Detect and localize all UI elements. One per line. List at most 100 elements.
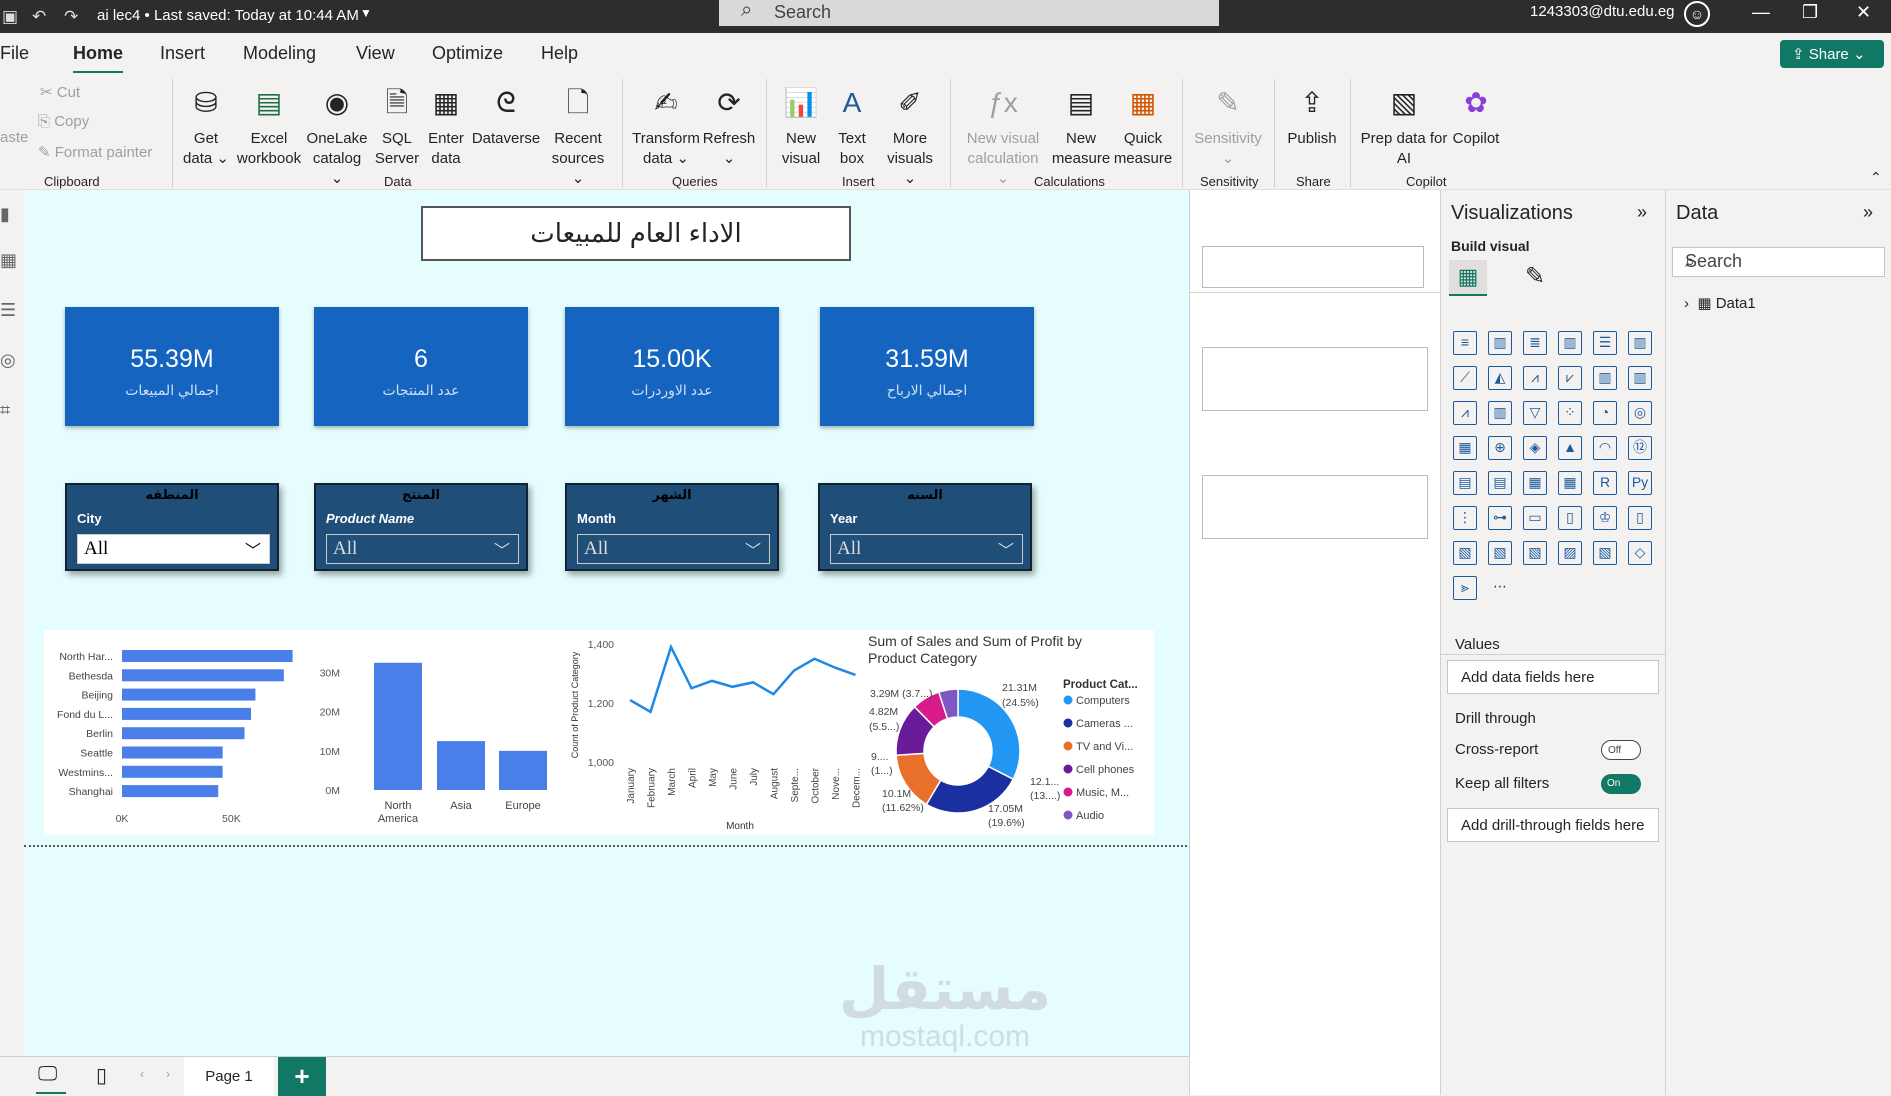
visual-type-icon[interactable]: ▥ [1488, 401, 1512, 425]
publish-button[interactable]: ⇪ Publish [1282, 83, 1342, 149]
group-label-sensitivity: Sensitivity [1200, 174, 1259, 189]
bar [122, 707, 252, 720]
visual-type-icon[interactable]: ⊕ [1488, 436, 1512, 460]
x-tick-label: June [729, 768, 740, 790]
page-tabs-bar: 🖵 ▯ ‹ › Page 1 + [0, 1056, 1189, 1096]
visual-type-icon[interactable]: ▯ [1628, 506, 1652, 530]
visual-type-icon[interactable]: ▧ [1593, 541, 1617, 565]
charts-svg[interactable]: North Har... Bethesda Beijing Fond du L... B… [0, 0, 1189, 1056]
line-series [629, 643, 856, 714]
group-separator [1274, 79, 1275, 187]
visual-type-icon[interactable]: R [1593, 471, 1617, 495]
visual-type-icon[interactable]: ▥ [1628, 366, 1652, 390]
data-search-input[interactable]: ⌕ Search [1672, 247, 1885, 277]
visual-type-icon[interactable]: ≣ [1523, 331, 1547, 355]
desktop-layout-icon[interactable]: 🖵 [38, 1063, 57, 1086]
category-label: Fond du L... [57, 709, 113, 721]
restore-icon[interactable]: ❐ [1802, 2, 1818, 23]
legend-marker [1063, 695, 1073, 705]
collapse-ribbon-icon[interactable]: ⌃ [1870, 169, 1882, 186]
minimize-icon[interactable]: — [1752, 2, 1770, 23]
values-well[interactable]: Add data fields here [1447, 660, 1659, 694]
cross-report-label: Cross-report [1455, 741, 1539, 758]
filter-card[interactable] [1202, 347, 1428, 411]
avatar[interactable]: ☺ [1684, 1, 1710, 27]
visual-type-icon[interactable]: ☰ [1593, 331, 1617, 355]
visual-type-icon[interactable]: ▥ [1488, 331, 1512, 355]
visual-type-icon[interactable]: ▤ [1453, 471, 1477, 495]
x-tick-label: January [626, 768, 637, 804]
visual-type-icon[interactable]: ⑫ [1628, 436, 1652, 460]
prep-data-for-ai-button[interactable]: ▧ Prep data for AI [1356, 83, 1452, 169]
visual-type-icon[interactable]: ◇ [1628, 541, 1652, 565]
prep-data-icon: ▧ [1390, 87, 1418, 118]
format-visual-icon[interactable]: ✎ [1525, 262, 1545, 291]
tick-label: 10M [320, 746, 340, 758]
visual-type-icon[interactable]: ⩘ [1453, 401, 1477, 425]
keep-all-filters-toggle[interactable]: On [1601, 774, 1641, 794]
visual-type-icon[interactable]: ◈ [1523, 436, 1547, 460]
add-page-button[interactable]: + [278, 1057, 326, 1096]
collapse-pane-icon[interactable]: » [1637, 202, 1647, 223]
bar [437, 741, 485, 790]
data-pane: Data » ⌕ Search › ▦ Data1 [1666, 190, 1891, 1095]
share-button[interactable]: ⇪ Share ⌄ [1780, 40, 1884, 68]
legend-label: Audio [1076, 810, 1104, 822]
mobile-layout-icon[interactable]: ▯ [96, 1063, 107, 1088]
filter-card[interactable] [1202, 475, 1428, 539]
visual-type-icon[interactable]: ⋮ [1453, 506, 1477, 530]
visual-type-icon[interactable]: ▥ [1558, 331, 1582, 355]
visual-type-icon[interactable]: ▦ [1453, 436, 1477, 460]
visual-type-icon[interactable]: ▧ [1488, 541, 1512, 565]
visualizations-pane: Visualizations » Build visual ▦ ✎ ≡ ▥ ≣ ▥ ☰ ▥… [1441, 190, 1666, 1095]
table-name: Data1 [1715, 295, 1756, 312]
drill-through-well[interactable]: Add drill-through fields here [1447, 808, 1659, 842]
visual-type-icon[interactable]: ▯ [1558, 506, 1582, 530]
keep-all-filters-label: Keep all filters [1455, 775, 1550, 792]
visual-type-icon[interactable]: ◠ [1593, 436, 1617, 460]
cross-report-toggle[interactable]: Off [1601, 740, 1641, 760]
visual-type-icon[interactable]: ⪢ [1453, 576, 1477, 600]
prev-page-icon[interactable]: ‹ [140, 1067, 144, 1081]
visual-type-icon[interactable]: ♔ [1593, 506, 1617, 530]
visual-type-icon[interactable]: ▧ [1453, 541, 1477, 565]
visual-type-icon[interactable]: ▦ [1523, 471, 1547, 495]
visual-type-icon[interactable]: ≡ [1453, 331, 1477, 355]
category-label: Asia [450, 800, 472, 812]
tick-label: 30M [320, 668, 340, 680]
visual-type-icon[interactable]: ▥ [1628, 331, 1652, 355]
visual-type-icon[interactable]: ◔ [1593, 401, 1617, 425]
visual-type-icon[interactable]: ⟋ [1453, 366, 1477, 390]
visual-type-icon[interactable]: ▽ [1523, 401, 1547, 425]
data-label: (1...) [871, 765, 893, 777]
tick-label: 1,400 [588, 639, 614, 651]
build-visual-tab[interactable]: ▦ [1449, 260, 1487, 296]
visual-type-icon[interactable]: ▤ [1488, 471, 1512, 495]
visual-type-icon[interactable]: ▧ [1523, 541, 1547, 565]
visual-type-icon[interactable]: ▲ [1558, 436, 1582, 460]
visual-type-icon[interactable]: ⩗ [1558, 366, 1582, 390]
visual-type-icon[interactable]: ▦ [1558, 471, 1582, 495]
table-item-data1[interactable]: › ▦ Data1 [1684, 294, 1756, 312]
tab-page-1[interactable]: Page 1 [184, 1057, 274, 1096]
x-tick-label: Decem... [852, 768, 863, 808]
visual-type-icon[interactable]: ⋯ [1488, 576, 1512, 600]
next-page-icon[interactable]: › [166, 1067, 170, 1081]
close-icon[interactable]: ✕ [1856, 2, 1871, 23]
copilot-button[interactable]: ✿ Copilot [1446, 83, 1506, 149]
data-label: 4.82M [869, 706, 898, 718]
visual-type-icon[interactable]: ◭ [1488, 366, 1512, 390]
visual-type-icon[interactable]: ◎ [1628, 401, 1652, 425]
collapse-pane-icon[interactable]: » [1863, 202, 1873, 223]
share-label: Share [1808, 46, 1849, 63]
visual-type-icon[interactable]: ⩘ [1523, 366, 1547, 390]
visual-type-icon[interactable]: ▥ [1593, 366, 1617, 390]
visual-type-icon[interactable]: ▭ [1523, 506, 1547, 530]
visual-type-icon[interactable]: ▨ [1558, 541, 1582, 565]
filter-card[interactable] [1202, 246, 1424, 288]
visual-type-icon[interactable]: ⊶ [1488, 506, 1512, 530]
sensitivity-button[interactable]: ✎ Sensitivity ⌄ [1190, 83, 1266, 169]
visual-type-icon[interactable]: ⁘ [1558, 401, 1582, 425]
visual-type-icon[interactable]: Py [1628, 471, 1652, 495]
x-tick-label: Septe... [790, 768, 801, 802]
